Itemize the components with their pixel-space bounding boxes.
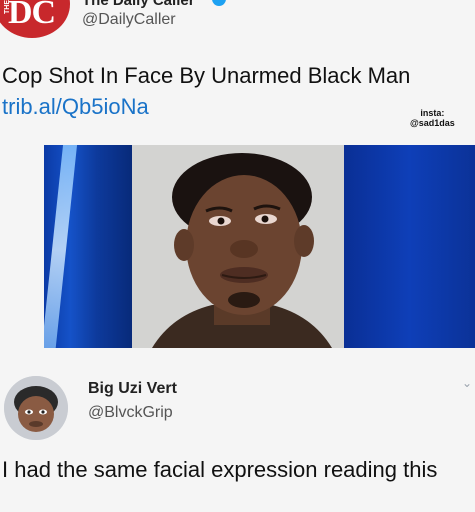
- mugshot-photo: [132, 145, 344, 348]
- verified-badge-icon: [212, 0, 226, 6]
- watermark-line2: @sad1das: [410, 118, 455, 128]
- reply-handle[interactable]: @BlvckGrip: [88, 404, 173, 422]
- reply-display-name[interactable]: Big Uzi Vert: [88, 380, 177, 398]
- watermark-line1: insta:: [420, 108, 445, 118]
- tweet-text: Cop Shot In Face By Unarmed Black Man tr…: [2, 60, 442, 122]
- avatar-logo-text: DC: [8, 0, 56, 31]
- tweet-body: Cop Shot In Face By Unarmed Black Man: [2, 63, 411, 88]
- daily-caller-avatar[interactable]: THE DC: [0, 0, 70, 38]
- tweet-handle[interactable]: @DailyCaller: [82, 11, 176, 29]
- tweet-header: THE DC The Daily Caller @DailyCaller: [0, 0, 475, 56]
- reply-tweet[interactable]: Big Uzi Vert @BlvckGrip ⌄ I had the same…: [0, 362, 475, 512]
- media-right-panel: [344, 145, 475, 348]
- mugshot-illustration: [132, 145, 344, 348]
- tweet-link[interactable]: trib.al/Qb5ioNa: [2, 94, 149, 119]
- reply-avatar[interactable]: [4, 376, 68, 440]
- tweet-media[interactable]: [44, 145, 475, 348]
- tweet-display-name[interactable]: The Daily Caller: [82, 0, 195, 9]
- reply-avatar-illustration: [4, 376, 68, 440]
- reply-text: I had the same facial expression reading…: [2, 457, 438, 482]
- chevron-down-icon[interactable]: ⌄: [462, 376, 472, 390]
- watermark: insta: @sad1das: [410, 108, 455, 128]
